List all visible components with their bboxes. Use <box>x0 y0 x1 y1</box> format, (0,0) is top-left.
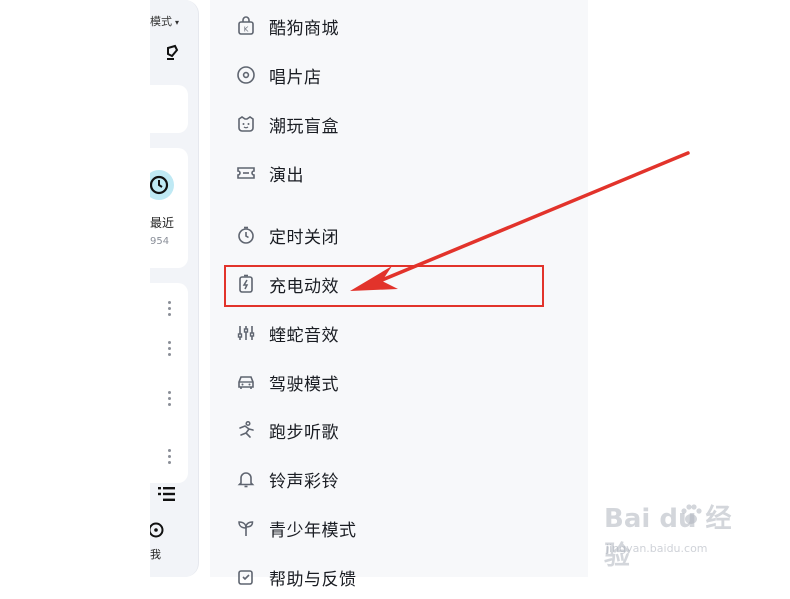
menu-item-sleep-timer[interactable]: 定时关闭 <box>210 213 588 257</box>
paw-logo-icon <box>681 504 702 524</box>
menu-item-label: 酷狗商城 <box>269 18 339 39</box>
running-icon <box>236 420 256 440</box>
more-dots-icon[interactable] <box>168 391 172 409</box>
menu-item-label: 帮助与反馈 <box>269 569 357 590</box>
clock-icon <box>150 170 174 200</box>
menu-item-label: 唱片店 <box>269 67 322 88</box>
menu-item-ringtones[interactable]: 铃声彩铃 <box>210 457 588 501</box>
top-card[interactable] <box>150 85 188 133</box>
more-dots-icon[interactable] <box>168 449 172 467</box>
bell-icon <box>236 469 256 489</box>
menu-item-label: 跑步听歌 <box>269 422 339 443</box>
menu-item-label: 潮玩盲盒 <box>269 116 339 137</box>
toy-face-icon <box>236 114 256 134</box>
menu-item-label: 青少年模式 <box>269 520 357 541</box>
menu-item-driving-mode[interactable]: 驾驶模式 <box>210 360 588 404</box>
me-tab-icon[interactable] <box>150 522 164 538</box>
menu-item-teen-mode[interactable]: 青少年模式 <box>210 506 588 550</box>
more-dots-icon[interactable] <box>168 341 172 359</box>
menu-item-shop[interactable]: K 酷狗商城 <box>210 4 588 48</box>
menu-item-shows[interactable]: 演出 <box>210 151 588 195</box>
more-dots-icon[interactable] <box>168 301 172 319</box>
menu-item-running-music[interactable]: 跑步听歌 <box>210 408 588 452</box>
recent-label: 最近 <box>150 216 175 230</box>
main-page-peek: 模式 ▾ 最近 954 我 <box>150 0 199 577</box>
watermark-url: jingyan.baidu.com <box>606 542 708 555</box>
menu-item-label: 蝰蛇音效 <box>269 325 339 346</box>
playlist-icon[interactable] <box>158 486 176 502</box>
menu-item-blind-box[interactable]: 潮玩盲盒 <box>210 102 588 146</box>
caret-down-icon: ▾ <box>175 18 180 27</box>
timer-icon <box>236 225 256 245</box>
recent-count: 954 <box>150 236 170 247</box>
menu-item-label: 定时关闭 <box>269 227 339 248</box>
mode-switch[interactable]: 模式 ▾ <box>150 13 179 29</box>
highlight-box <box>224 265 544 307</box>
equalizer-icon <box>236 323 256 343</box>
help-feedback-icon <box>236 567 256 587</box>
vinyl-disc-icon <box>236 65 256 85</box>
shop-bag-icon: K <box>236 16 256 36</box>
menu-item-label: 驾驶模式 <box>269 374 339 395</box>
car-icon <box>236 372 256 392</box>
menu-item-viper-sound[interactable]: 蝰蛇音效 <box>210 311 588 355</box>
mode-label: 模式 <box>150 15 172 28</box>
recent-card[interactable]: 最近 954 <box>150 148 188 268</box>
sprout-icon <box>236 518 256 538</box>
list-card <box>150 283 188 483</box>
menu-item-label: 演出 <box>269 165 304 186</box>
svg-text:K: K <box>244 26 249 34</box>
watermark: Bai du 经验 jingyan.baidu.com <box>604 498 754 571</box>
me-tab-label[interactable]: 我 <box>150 546 161 562</box>
menu-item-help-feedback[interactable]: 帮助与反馈 <box>210 555 588 599</box>
menu-item-label: 铃声彩铃 <box>269 471 339 492</box>
ticket-icon <box>236 163 256 183</box>
menu-item-record-store[interactable]: 唱片店 <box>210 53 588 97</box>
voice-search-icon[interactable] <box>162 44 182 64</box>
